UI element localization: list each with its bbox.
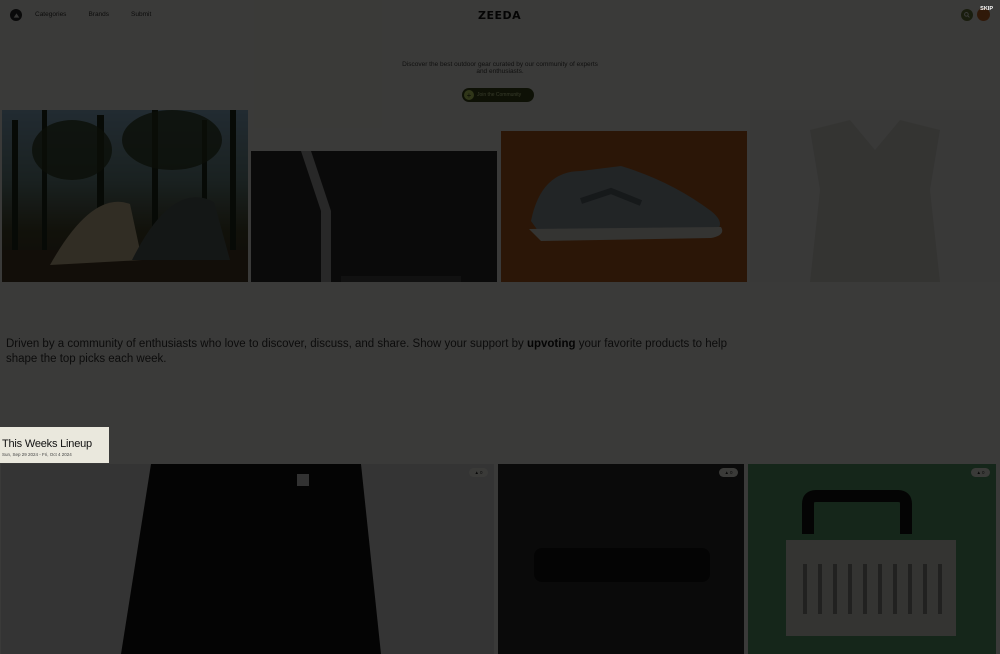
join-community-label: Join the Community — [477, 92, 522, 98]
nav-brands[interactable]: Brands — [88, 11, 109, 18]
upvote-icon: ▲ — [474, 470, 479, 475]
hero-subtitle: Discover the best outdoor gear curated b… — [402, 61, 598, 75]
logo-icon[interactable] — [10, 9, 22, 21]
tagline-text-start: Driven by a community of enthusiasts who… — [6, 338, 527, 350]
skip-button[interactable]: SKIP — [980, 6, 993, 12]
join-community-button[interactable]: + Join the Community — [462, 88, 534, 102]
plus-icon: + — [464, 90, 474, 100]
gallery-image-poles[interactable] — [251, 151, 497, 282]
gallery-image-vest[interactable] — [750, 110, 1000, 282]
search-icon[interactable] — [961, 8, 973, 21]
tagline-bold: upvoting — [526, 338, 576, 350]
vote-count: 0 — [729, 470, 733, 475]
main-nav: Categories Brands Submit — [35, 11, 151, 18]
gallery-image-tent[interactable] — [2, 110, 248, 282]
brand-logo[interactable]: ZEEDA — [478, 9, 521, 22]
upvote-icon: ▲ — [976, 470, 981, 475]
lineup-dates: Sun, Sep 29 2024 - Fri, Oct 4 2024 — [2, 452, 72, 457]
header: Categories Brands Submit ZEEDA — [0, 0, 1000, 30]
upvote-button[interactable]: ▲ 0 — [719, 468, 738, 477]
vote-count: 0 — [981, 470, 985, 475]
product-card-jacket[interactable]: ▲ 0 — [1, 464, 494, 654]
upvote-button[interactable]: ▲ 0 — [971, 468, 990, 477]
weekly-lineup-header: This Weeks Lineup Sun, Sep 29 2024 - Fri… — [0, 427, 109, 463]
upvote-icon: ▲ — [724, 470, 729, 475]
vote-count: 0 — [479, 470, 483, 475]
nav-submit[interactable]: Submit — [131, 11, 151, 18]
gallery-image-sneaker[interactable] — [501, 131, 747, 282]
lineup-title: This Weeks Lineup — [2, 438, 92, 450]
upvote-button[interactable]: ▲ 0 — [469, 468, 488, 477]
product-card-power-box[interactable]: ▲ 0 — [748, 464, 996, 654]
nav-categories[interactable]: Categories — [35, 11, 66, 18]
product-card-bag[interactable]: ▲ 0 — [498, 464, 744, 654]
tagline: Driven by a community of enthusiasts who… — [6, 337, 746, 366]
